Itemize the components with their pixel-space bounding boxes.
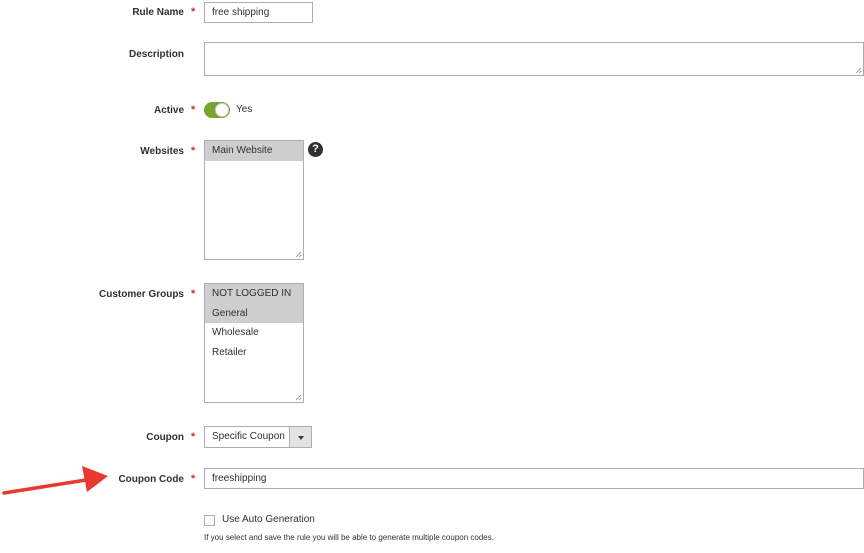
description-textarea[interactable]	[204, 42, 864, 76]
coupon-code-label: Coupon Code	[118, 474, 184, 485]
auto-generation-label[interactable]: Use Auto Generation	[222, 514, 315, 525]
active-state-label: Yes	[236, 104, 253, 115]
customer-group-option[interactable]: General	[205, 303, 303, 323]
customer-group-option[interactable]: NOT LOGGED IN	[205, 284, 303, 304]
resize-grip-icon[interactable]	[855, 67, 862, 74]
resize-grip-icon[interactable]	[295, 394, 302, 401]
active-toggle[interactable]	[204, 102, 230, 118]
chevron-down-icon[interactable]	[289, 427, 311, 447]
customer-groups-multiselect[interactable]: NOT LOGGED IN General Wholesale Retailer	[204, 283, 304, 403]
coupon-code-input[interactable]: freeshipping	[204, 468, 864, 489]
help-icon[interactable]: ?	[308, 142, 323, 157]
coupon-select-value: Specific Coupon	[212, 431, 285, 442]
active-label: Active	[153, 105, 184, 116]
website-option[interactable]: Main Website	[205, 141, 303, 161]
rule-name-input[interactable]: free shipping	[204, 2, 313, 23]
customer-groups-label: Customer Groups	[98, 289, 184, 300]
required-mark: *	[191, 288, 196, 300]
customer-group-option[interactable]: Wholesale	[205, 323, 303, 343]
coupon-select[interactable]: Specific Coupon	[204, 426, 312, 448]
annotation-arrow-icon	[2, 466, 108, 495]
required-mark: *	[191, 431, 196, 443]
websites-multiselect[interactable]: Main Website	[204, 140, 304, 260]
required-mark: *	[191, 145, 196, 157]
customer-group-option[interactable]: Retailer	[205, 343, 303, 363]
required-mark: *	[191, 473, 196, 485]
required-mark: *	[191, 104, 196, 116]
websites-label: Websites	[140, 146, 184, 157]
toggle-knob	[215, 103, 229, 117]
coupon-label: Coupon	[146, 432, 184, 443]
auto-generation-checkbox[interactable]	[204, 515, 215, 526]
resize-grip-icon[interactable]	[295, 251, 302, 258]
rule-name-label: Rule Name	[132, 7, 184, 18]
auto-generation-note: If you select and save the rule you will…	[204, 533, 494, 542]
description-label: Description	[128, 49, 184, 60]
required-mark: *	[191, 6, 196, 18]
